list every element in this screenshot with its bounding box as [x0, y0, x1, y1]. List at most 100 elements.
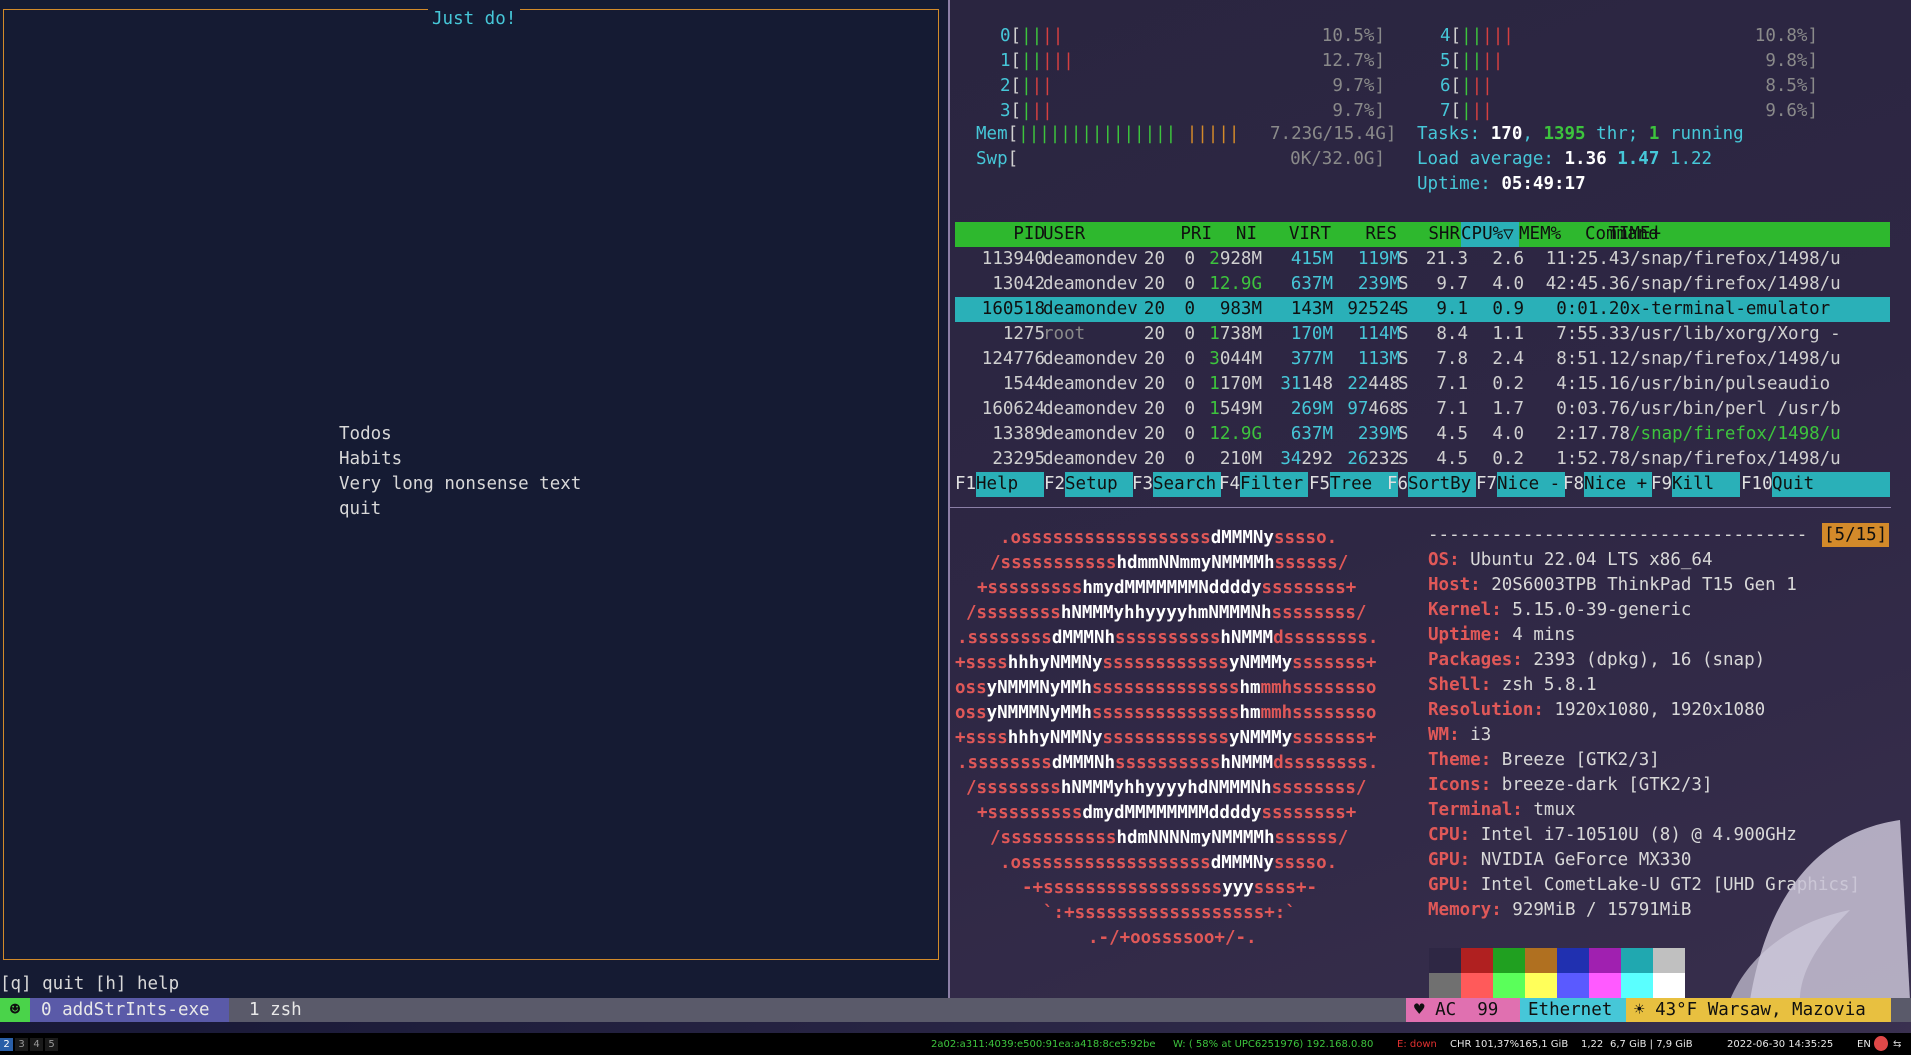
tmux-session-icon: ☻ — [0, 998, 30, 1022]
fkey-f6[interactable]: F6 — [1387, 472, 1408, 497]
process-row[interactable]: 160518 deamondev 20 0 983M 143M 92524 S 9.1 0.9 0:… — [955, 297, 1890, 322]
tmux-window-1[interactable]: 1 zsh — [249, 998, 302, 1022]
info-packages: Packages: 2393 (dpkg), 16 (snap) — [1428, 650, 1766, 670]
process-cmd: /usr/lib/xorg/Xorg - — [1630, 324, 1841, 344]
fkey-f3[interactable]: F3 — [1132, 472, 1153, 497]
workspace-3-button[interactable]: 3 — [15, 1038, 28, 1051]
column-header-ni[interactable]: NI — [1213, 222, 1257, 247]
fkey-f9[interactable]: F9 — [1651, 472, 1672, 497]
fkey-f2[interactable]: F2 — [1044, 472, 1065, 497]
process-row[interactable]: 1544 deamondev 20 0 1170M 31148 22448 S 7.1 0.2 4:… — [955, 372, 1890, 397]
process-shr-high: 97 — [1347, 399, 1369, 419]
cpu-id: 5 — [1440, 51, 1451, 71]
fkey-f5[interactable]: F5 — [1309, 472, 1330, 497]
fkey-label[interactable]: Kill — [1672, 472, 1740, 497]
process-row[interactable]: 113940 deamondev 20 0 2928M 415M 119M S 21.3 2.6 1… — [955, 247, 1890, 272]
menu-item-quit[interactable]: quit — [339, 497, 581, 522]
process-virt: 983M — [1195, 297, 1262, 322]
process-cmd: /usr/bin/pulseaudio — [1630, 374, 1831, 394]
process-mem: 0.2 — [1492, 374, 1524, 394]
column-header-cpu[interactable]: CPU%▽ — [1461, 222, 1519, 247]
fkey-label[interactable]: Filter — [1240, 472, 1308, 497]
process-cpu: 4.5 — [1436, 424, 1468, 444]
info-value: Breeze [GTK2/3] — [1501, 750, 1660, 770]
fkey-label[interactable]: Search — [1153, 472, 1221, 497]
fkey-label[interactable]: Setup — [1065, 472, 1133, 497]
fkey-f1[interactable]: F1 — [955, 472, 976, 497]
tmux-window-0[interactable]: 0 addStrInts-exe — [30, 998, 229, 1022]
process-shr-low: 119M — [1357, 249, 1400, 269]
menu-item-todos[interactable]: Todos — [339, 422, 581, 447]
process-cpu: 8.4 — [1436, 324, 1468, 344]
firefox-tray-icon[interactable] — [1874, 1036, 1888, 1051]
info-key: Packages — [1428, 650, 1513, 670]
info-key: Host — [1428, 575, 1471, 595]
column-header-shr[interactable]: SHR — [1397, 222, 1460, 247]
workspace-5-button[interactable]: 5 — [45, 1038, 58, 1051]
fkey-f4[interactable]: F4 — [1219, 472, 1240, 497]
column-header-pri[interactable]: PRI — [1155, 222, 1212, 247]
memory-status: 6,7 GiB | 7,9 GiB — [1610, 1039, 1693, 1050]
fkey-label[interactable]: Quit — [1772, 472, 1890, 497]
column-header-cmd[interactable]: Command — [1585, 222, 1747, 247]
process-row[interactable]: 124776 deamondev 20 0 3044M 377M 113M S 7.8 2.4 8:… — [955, 347, 1890, 372]
fkey-label[interactable]: Help — [976, 472, 1044, 497]
palette-swatch — [1461, 973, 1493, 998]
process-table-header[interactable]: PIDUSERPRINIVIRTRESSHRSCPU%▽MEM%TIME+Com… — [955, 222, 1890, 247]
process-res-low: 637M — [1290, 424, 1333, 444]
process-ni: 0 — [1184, 274, 1195, 294]
process-row[interactable]: 13042 deamondev 20 0 12.9G 637M 239M S 9.7 4.0 42:… — [955, 272, 1890, 297]
left-terminal-pane[interactable]: Just do! Todos Habits Very long nonsense… — [0, 0, 948, 1000]
process-virt: 12.9G — [1195, 272, 1262, 297]
fkey-f7[interactable]: F7 — [1476, 472, 1497, 497]
info-key: GPU — [1428, 875, 1460, 895]
process-time: 11:25.43 — [1545, 249, 1630, 269]
mem-meter: Mem[||||||||||||||| ||||| — [976, 124, 1240, 144]
process-res: 377M — [1262, 347, 1333, 372]
keyboard-layout[interactable]: EN — [1857, 1038, 1871, 1051]
fkey-f10[interactable]: F10 — [1741, 472, 1773, 497]
cpu-bar-user: | — [1021, 76, 1032, 96]
network-tray-icon[interactable]: ⇆ — [1893, 1038, 1901, 1051]
process-res-low: 377M — [1290, 349, 1333, 369]
disk-usage: 165,1 GiB — [1519, 1039, 1569, 1050]
column-header-virt[interactable]: VIRT — [1255, 222, 1331, 247]
fkey-f8[interactable]: F8 — [1563, 472, 1584, 497]
ipv6-address: 2a02:a311:4039:e500:91ea:a418:8ce5:92be — [931, 1039, 1156, 1050]
workspace-4-button[interactable]: 4 — [30, 1038, 43, 1051]
menu-item-long-text[interactable]: Very long nonsense text — [339, 472, 581, 497]
palette-swatch — [1493, 973, 1525, 998]
process-cmd: /snap/firefox/1498/u — [1630, 449, 1841, 469]
menu-item-habits[interactable]: Habits — [339, 447, 581, 472]
palette-swatch — [1429, 948, 1461, 973]
fkey-label[interactable]: Nice - — [1497, 472, 1565, 497]
column-header-user[interactable]: USER — [1043, 222, 1153, 247]
column-header-mem[interactable]: MEM% — [1519, 222, 1579, 247]
fkey-label[interactable]: Nice + — [1584, 472, 1652, 497]
process-shr: 239M — [1333, 422, 1400, 447]
cpu-meter: 6[||| — [1440, 76, 1493, 96]
i3-status-bar: 2 3 4 5 2a02:a311:4039:e500:91ea:a418:8c… — [0, 1033, 1911, 1055]
info-shell: Shell: zsh 5.8.1 — [1428, 675, 1597, 695]
column-header-pid[interactable]: PID — [955, 222, 1045, 247]
cpu-bar-user: || — [1021, 51, 1043, 71]
logo-line: .-/+oossssoo+/-. — [1088, 928, 1257, 948]
cpu-percent: 8.5%] — [1765, 76, 1818, 96]
process-shr-low: 92524 — [1347, 299, 1400, 319]
info-value: 2393 (dpkg), 16 (snap) — [1533, 650, 1766, 670]
tasks-summary: Tasks: 170, 1395 thr; 1 running — [1417, 124, 1744, 144]
logo-line: `:+ssssssssssssssssss+:` — [1043, 903, 1296, 923]
fkey-label[interactable]: SortBy — [1408, 472, 1476, 497]
process-row[interactable]: 1275 root 20 0 1738M 170M 114M S 8.4 1.1 7:55.33/u… — [955, 322, 1890, 347]
htop-separator — [950, 507, 1891, 508]
process-shr-low: 239M — [1357, 274, 1400, 294]
column-header-res[interactable]: RES — [1331, 222, 1397, 247]
process-time: 42:45.36 — [1545, 274, 1630, 294]
process-ni: 0 — [1184, 349, 1195, 369]
process-row[interactable]: 13389 deamondev 20 0 12.9G 637M 239M S 4.5 4.0 2:1… — [955, 422, 1890, 447]
workspace-2-button[interactable]: 2 — [0, 1038, 13, 1051]
process-row[interactable]: 160624 deamondev 20 0 1549M 269M 97468 S 7.1 1.7 0… — [955, 397, 1890, 422]
process-virt-high: 1 — [1209, 399, 1220, 419]
process-row[interactable]: 23295 deamondev 20 0 210M 34292 26232 S 4.5 0.2 1:… — [955, 447, 1890, 472]
process-ni: 0 — [1184, 374, 1195, 394]
